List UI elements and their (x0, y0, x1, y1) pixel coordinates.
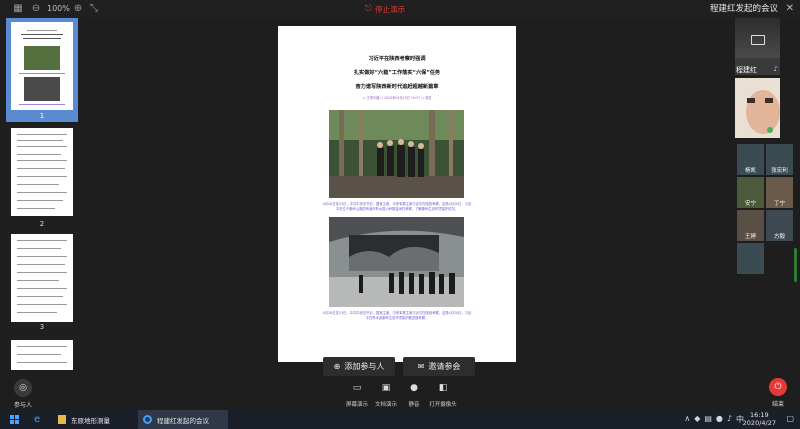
article-meta: ○ 王贺平播 ○ 2020年04月23日 19:37 ○ 浏览 (362, 96, 432, 100)
photo-caption-2-line-2: 平在柞水县秦岭生态环境保护展览馆考察。 (365, 316, 429, 320)
news-photo-forest (329, 110, 464, 198)
screen-share-placeholder (735, 18, 780, 58)
page-number: 1 (39, 112, 45, 120)
invite-label: 邀请参会 (428, 362, 461, 371)
people-icon: ◎ (14, 379, 32, 397)
zoom-out-icon[interactable]: ⊖ (30, 3, 42, 15)
meeting-app-icon (143, 415, 152, 424)
invite-icon: ✉ (417, 362, 425, 371)
participant-name: 杨凯 (744, 168, 756, 174)
participant-name: 张宏利 (771, 168, 788, 174)
participant-tile[interactable]: 方毅 (766, 210, 793, 241)
taskbar-clock[interactable]: 16:19 2020/4/27 (743, 411, 776, 427)
thumbnail-sheet (11, 340, 73, 370)
news-photo-exhibition (329, 217, 464, 307)
participant-tile[interactable] (737, 243, 764, 274)
end-meeting-button[interactable]: ⏻ 结束 (764, 378, 792, 408)
participant-tile[interactable]: 张宏利 (766, 144, 793, 175)
taskbar-app-meeting[interactable]: 程建红发起的会议 (138, 410, 228, 429)
participant-tile[interactable]: 安宁 (737, 177, 764, 208)
notification-icon[interactable]: ▢ (786, 414, 794, 423)
meeting-title: 程建红发起的会议 (709, 4, 778, 14)
participant-tile[interactable]: 杨凯 (737, 144, 764, 175)
page-thumbnail-panel[interactable]: 1 2 3 (0, 18, 82, 370)
headline-line-1: 习近平在陕西考察时强调 (368, 56, 426, 62)
windows-start-icon[interactable] (10, 415, 20, 425)
zoom-level: 100% (47, 4, 70, 13)
network-icon[interactable]: ▤ (704, 414, 712, 425)
clock-date: 2020/4/27 (742, 419, 776, 427)
meeting-window: ▦ ⊖ 100% ⊕ ⤡ ⎋ 停止演示 程建红发起的会议 ✕ 1 2 3 习近平… (0, 0, 800, 410)
participant-name: 丁宁 (773, 201, 785, 207)
shared-document-page: 习近平在陕西考察时强调 扎实做好“六稳”工作落实“六保”任务 奋力谱写陕西新时代… (278, 26, 516, 362)
screen-share-icon (751, 35, 765, 45)
thumbnail-sheet (11, 128, 73, 216)
end-meeting-label: 结束 (771, 401, 784, 408)
taskbar-app-survey[interactable]: 东原地形测量 (58, 410, 110, 429)
zoom-in-icon[interactable]: ⊕ (72, 3, 84, 15)
volume-icon[interactable]: ♪ (727, 414, 732, 425)
thumbnail-sheet (11, 22, 73, 110)
add-participant-button[interactable]: ⊕ 添加参与人 (323, 357, 395, 376)
tray-arrow-icon[interactable]: ∧ (684, 414, 690, 425)
participant-tile[interactable]: 王婷 (737, 210, 764, 241)
camera-button[interactable]: ◧ 打开摄像头 (425, 381, 461, 408)
add-participant-label: 添加参与人 (344, 362, 385, 371)
participant-scrollbar[interactable] (794, 248, 797, 282)
mic-icon: ♪ (773, 65, 778, 73)
microphone-icon: ● (410, 383, 418, 393)
participant-name: 王婷 (744, 234, 756, 240)
page-number: 2 (39, 220, 45, 228)
participants-button[interactable]: ◎ 参与人 (8, 379, 38, 409)
camera-feed (735, 78, 780, 138)
thumbnail-page-4[interactable] (6, 340, 78, 370)
headline-line-3: 奋力谱写陕西新时代追赶超越新篇章 (355, 84, 439, 90)
add-user-icon: ⊕ (333, 362, 341, 371)
host-name: 程建红 (736, 66, 757, 74)
grid-view-icon[interactable]: ▦ (12, 3, 24, 15)
participant-tile[interactable]: 丁宁 (766, 177, 793, 208)
system-tray: ∧ ◆ ▤ ● ♪ 中 (684, 414, 744, 425)
power-icon: ⏻ (769, 378, 787, 396)
wechat-icon[interactable]: ● (716, 414, 723, 425)
invite-button[interactable]: ✉ 邀请参会 (403, 357, 475, 376)
close-icon[interactable]: ✕ (786, 2, 794, 16)
camera-label: 打开摄像头 (429, 402, 457, 408)
clock-time: 16:19 (749, 411, 769, 419)
participant-name: 方毅 (773, 234, 785, 240)
participants-label: 参与人 (13, 402, 32, 409)
thumbnail-page-2[interactable]: 2 (6, 128, 78, 232)
stop-share-label: 停止演示 (375, 4, 406, 14)
thumbnail-page-1[interactable]: 1 (6, 18, 78, 122)
taskbar-app-survey-label: 东原地形测量 (71, 416, 110, 425)
exit-icon: ⎋ (365, 4, 373, 14)
stop-share-button[interactable]: ⎋ 停止演示 (365, 3, 405, 15)
top-bar: ▦ ⊖ 100% ⊕ ⤡ ⎋ 停止演示 程建红发起的会议 ✕ (0, 0, 800, 18)
folder-icon (58, 415, 66, 424)
monitor-icon: ▭ (352, 383, 362, 393)
folder-icon: ▣ (381, 383, 391, 393)
headline-line-2: 扎实做好“六稳”工作落实“六保”任务 (353, 70, 441, 76)
camera-off-icon: ◧ (438, 383, 448, 393)
photo-caption-1-line-2: 平在位于秦岭山麓的商洛市柞水县小岭镇金米村考察，了解秦岭生态环境保护情况。 (336, 207, 458, 211)
participant-name: 安宁 (744, 201, 756, 207)
host-video-tile[interactable]: 程建红 ♪ (735, 18, 780, 75)
thumbnail-sheet (11, 234, 73, 322)
shield-icon[interactable]: ◆ (694, 414, 700, 425)
edge-browser-icon[interactable]: e (34, 410, 40, 429)
thumbnail-page-3[interactable]: 3 (6, 234, 78, 338)
taskbar-app-meeting-label: 程建红发起的会议 (157, 416, 209, 425)
windows-taskbar: e 东原地形测量 程建红发起的会议 ∧ ◆ ▤ ● ♪ 中 16:19 2020… (0, 410, 800, 429)
page-number: 3 (39, 323, 45, 331)
fit-screen-icon[interactable]: ⤡ (88, 3, 100, 15)
